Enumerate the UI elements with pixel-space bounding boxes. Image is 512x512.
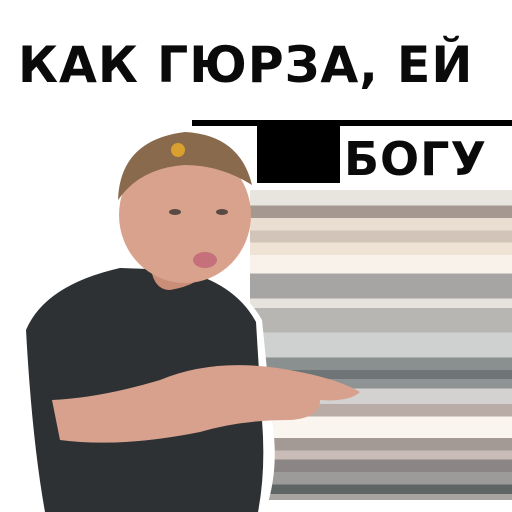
caption-line-2: БОГУ	[344, 132, 487, 186]
tongue	[193, 252, 217, 268]
person	[20, 132, 360, 512]
caption-line-1: КАК ГЮРЗА, ЕЙ	[18, 36, 474, 94]
